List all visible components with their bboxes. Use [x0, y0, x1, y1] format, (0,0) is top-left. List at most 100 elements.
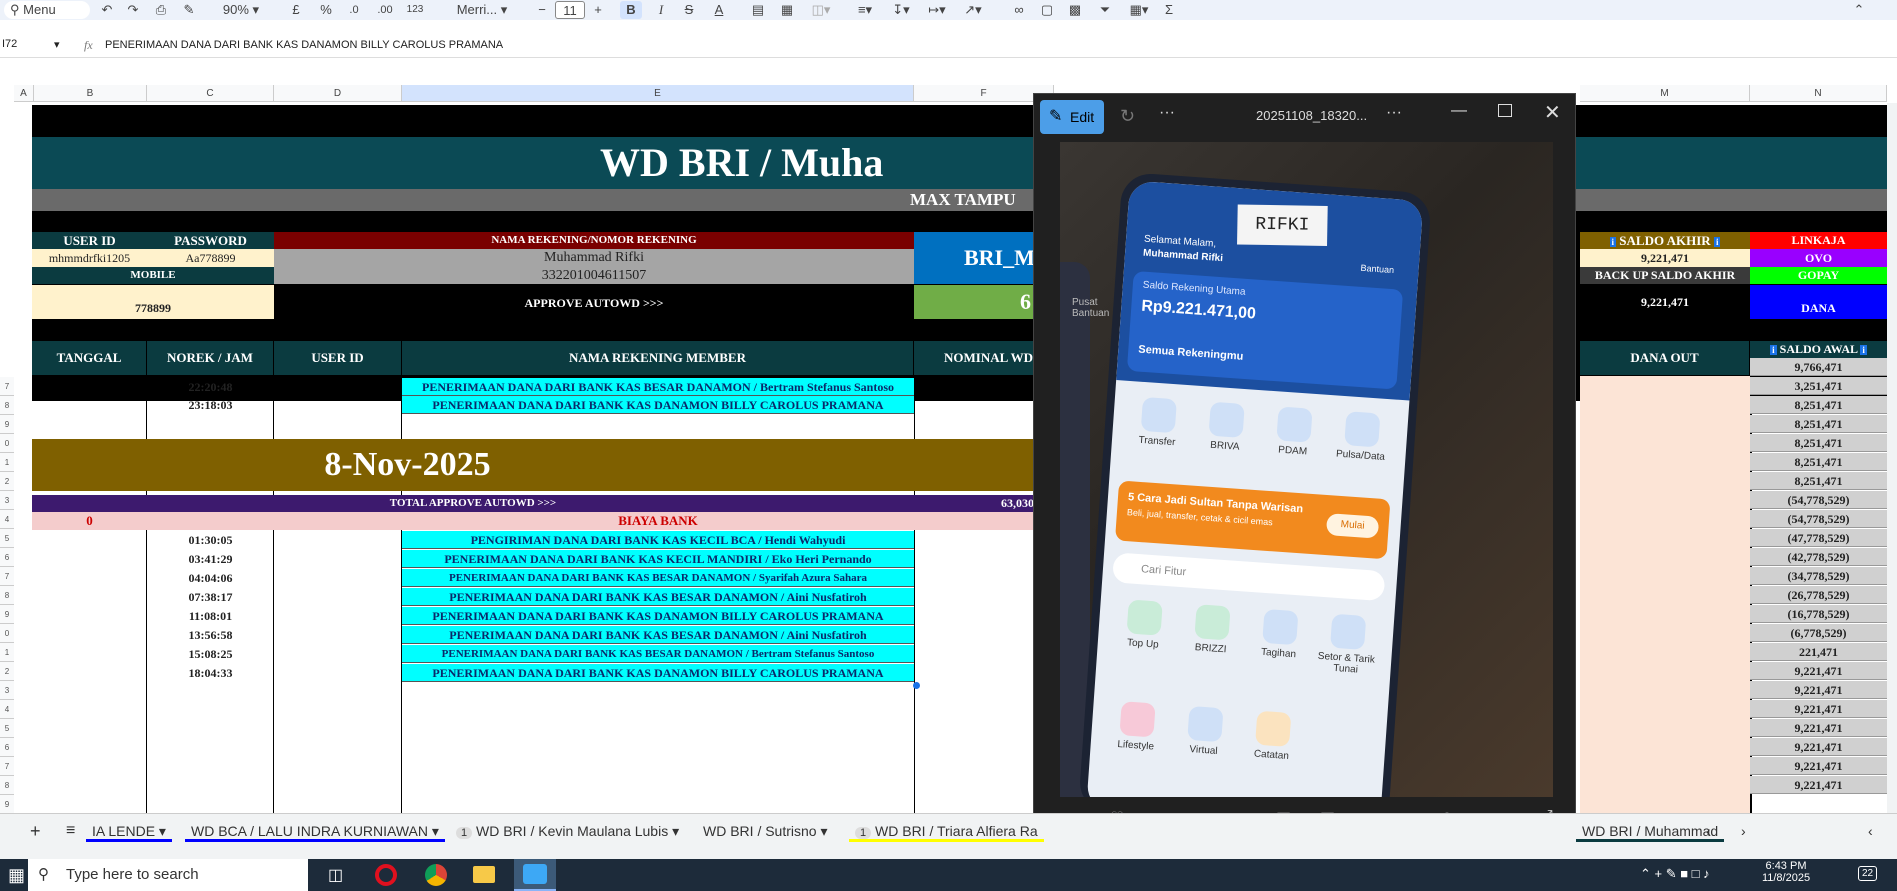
maximize-icon[interactable]	[1498, 104, 1512, 117]
mobile-value[interactable]: 778899	[32, 285, 274, 319]
chrome-icon[interactable]	[425, 864, 447, 886]
link-icon[interactable]: ∞	[1010, 1, 1028, 19]
saldo-awal-cell[interactable]: 8,251,471	[1750, 472, 1887, 490]
row-time[interactable]: 04:04:06	[147, 569, 274, 587]
row-header[interactable]: 7	[0, 567, 14, 586]
row-time[interactable]: 11:08:01	[147, 607, 274, 625]
text-rotation-icon[interactable]: ↗▾	[960, 1, 986, 19]
font-size-input[interactable]: 11	[555, 1, 585, 19]
user-id-value[interactable]: mhmmdrfki1205	[32, 249, 147, 267]
opera-icon[interactable]	[375, 864, 397, 886]
saldo-awal-cell[interactable]: 9,221,471	[1750, 681, 1887, 699]
italic-button[interactable]: I	[652, 1, 670, 19]
tab-ia-lende[interactable]: IA LENDE ▾	[86, 820, 172, 842]
font-size-plus[interactable]: +	[590, 1, 606, 19]
saldo-awal-cell[interactable]: (16,778,529)	[1750, 605, 1887, 623]
row-description[interactable]: PENERIMAAN DANA DARI BANK KAS KECIL MAND…	[402, 550, 914, 568]
row-header[interactable]: 9	[0, 795, 14, 814]
row-description[interactable]: PENERIMAAN DANA DARI BANK KAS DANAMON BI…	[402, 396, 914, 414]
col-header-c[interactable]: C	[147, 85, 274, 102]
row-time[interactable]: 18:04:33	[147, 664, 274, 682]
row-header[interactable]: 6	[0, 738, 14, 757]
percent-button[interactable]: %	[317, 1, 335, 19]
taskbar-search[interactable]: ⚲ Type here to search	[28, 859, 308, 891]
row-header[interactable]: 8	[0, 396, 14, 415]
saldo-awal-cell[interactable]: 9,221,471	[1750, 700, 1887, 718]
row-time[interactable]: 07:38:17	[147, 588, 274, 606]
bold-button[interactable]: B	[620, 1, 642, 19]
add-sheet-icon[interactable]: +	[24, 820, 47, 842]
vertical-scrollbar[interactable]	[1887, 103, 1897, 813]
more-options-icon[interactable]: ···	[1159, 104, 1189, 122]
saldo-awal-cell[interactable]: (34,778,529)	[1750, 567, 1887, 585]
saldo-awal-first[interactable]: 9,766,471	[1750, 358, 1887, 376]
cell-reference[interactable]: I72 ▾	[2, 38, 62, 51]
row-description[interactable]: PENERIMAAN DANA DARI BANK KAS BESAR DANA…	[402, 588, 914, 606]
font-select[interactable]: Merri... ▾	[442, 1, 522, 19]
row-time[interactable]: 01:30:05	[147, 531, 274, 549]
row-time[interactable]: 03:41:29	[147, 550, 274, 568]
zoom-select[interactable]: 90% ▾	[210, 1, 272, 19]
row-header[interactable]: 5	[0, 529, 14, 548]
decrease-decimal-button[interactable]: .0	[343, 1, 365, 19]
col-header-b[interactable]: B	[34, 85, 147, 102]
row-description[interactable]: PENGIRIMAN DANA DARI BANK KAS KECIL BCA …	[402, 531, 914, 549]
fill-color-icon[interactable]: ▤	[748, 1, 768, 19]
row-description[interactable]: PENERIMAAN DANA DARI BANK KAS DANAMON BI…	[402, 607, 914, 625]
rotate-icon[interactable]: ↻	[1120, 106, 1140, 127]
row-time[interactable]: 13:56:58	[147, 626, 274, 644]
notification-icon[interactable]: 22	[1858, 866, 1878, 881]
text-color-button[interactable]: A	[710, 1, 728, 19]
system-tray-icons[interactable]: ⌃ + ✎ ■ □ ♪	[1640, 866, 1710, 882]
edit-button[interactable]: ✎ Edit	[1040, 100, 1104, 134]
col-header-m[interactable]: M	[1580, 85, 1750, 102]
saldo-awal-cell[interactable]: 221,471	[1750, 643, 1887, 661]
saldo-awal-cell[interactable]: 9,221,471	[1750, 662, 1887, 680]
chart-icon[interactable]: ▩	[1066, 1, 1084, 19]
undo-icon[interactable]: ↶	[98, 1, 116, 19]
saldo-awal-cell[interactable]: 8,251,471	[1750, 396, 1887, 414]
number-format-button[interactable]: 123	[403, 1, 427, 19]
saldo-awal-cell[interactable]: 9,221,471	[1750, 738, 1887, 756]
saldo-awal-cell[interactable]: (42,778,529)	[1750, 548, 1887, 566]
row-description[interactable]: PENERIMAAN DANA DARI BANK KAS BESAR DANA…	[402, 569, 914, 587]
minimize-icon[interactable]: —	[1451, 102, 1471, 120]
file-explorer-icon[interactable]	[473, 866, 495, 883]
comment-icon[interactable]: ▢	[1038, 1, 1056, 19]
row-description[interactable]: PENERIMAAN DANA DARI BANK KAS BESAR DANA…	[402, 645, 914, 663]
tab-wd-bri-sutrisno[interactable]: WD BRI / Sutrisno ▾	[697, 820, 834, 842]
col-header-d[interactable]: D	[274, 85, 402, 102]
saldo-awal-cell[interactable]: (6,778,529)	[1750, 624, 1887, 642]
paint-format-icon[interactable]: ✎	[180, 1, 198, 19]
saldo-awal-cell[interactable]: (54,778,529)	[1750, 491, 1887, 509]
increase-decimal-button[interactable]: .00	[372, 1, 398, 19]
row-header[interactable]: 3	[0, 681, 14, 700]
col-header-e[interactable]: E	[402, 85, 914, 102]
filter-views-icon[interactable]: ▦▾	[1124, 1, 1154, 19]
collapse-toolbar-icon[interactable]: ⌃	[1850, 1, 1868, 19]
windows-start-icon[interactable]: ▦	[8, 865, 25, 886]
scroll-tabs-left-icon[interactable]: ‹	[1700, 820, 1717, 842]
col-header-a[interactable]: A	[14, 85, 34, 102]
close-icon[interactable]: ✕	[1544, 100, 1564, 125]
row-description[interactable]: PENERIMAAN DANA DARI BANK KAS BESAR DANA…	[402, 626, 914, 644]
row-header[interactable]: 6	[0, 548, 14, 567]
photo-viewer-window[interactable]: ✎ Edit ↻ ··· 20251108_18320... ··· — ✕ Pu…	[1033, 93, 1576, 843]
saldo-awal-cell[interactable]: 8,251,471	[1750, 415, 1887, 433]
row-header[interactable]: 9	[0, 605, 14, 624]
row-description[interactable]: PENERIMAAN DANA DARI BANK KAS DANAMON BI…	[402, 664, 914, 682]
functions-icon[interactable]: Σ	[1160, 1, 1178, 19]
row-time[interactable]: 23:18:03	[147, 396, 274, 414]
saldo-awal-cell[interactable]: (26,778,529)	[1750, 586, 1887, 604]
row-time[interactable]: 22:20:48	[147, 378, 274, 396]
tab-wd-bri-kevin[interactable]: 1 WD BRI / Kevin Maulana Lubis ▾	[450, 820, 685, 842]
row-header[interactable]: 3	[0, 491, 14, 510]
row-header[interactable]: 4	[0, 510, 14, 529]
scroll-tabs-right-icon[interactable]: ›	[1735, 820, 1752, 842]
row-header[interactable]: 2	[0, 662, 14, 681]
row-header[interactable]: 4	[0, 700, 14, 719]
saldo-awal-cell[interactable]: 8,251,471	[1750, 453, 1887, 471]
strikethrough-button[interactable]: S	[680, 1, 698, 19]
print-icon[interactable]: ⎙	[152, 1, 170, 19]
filter-icon[interactable]: ⏷	[1096, 1, 1114, 19]
